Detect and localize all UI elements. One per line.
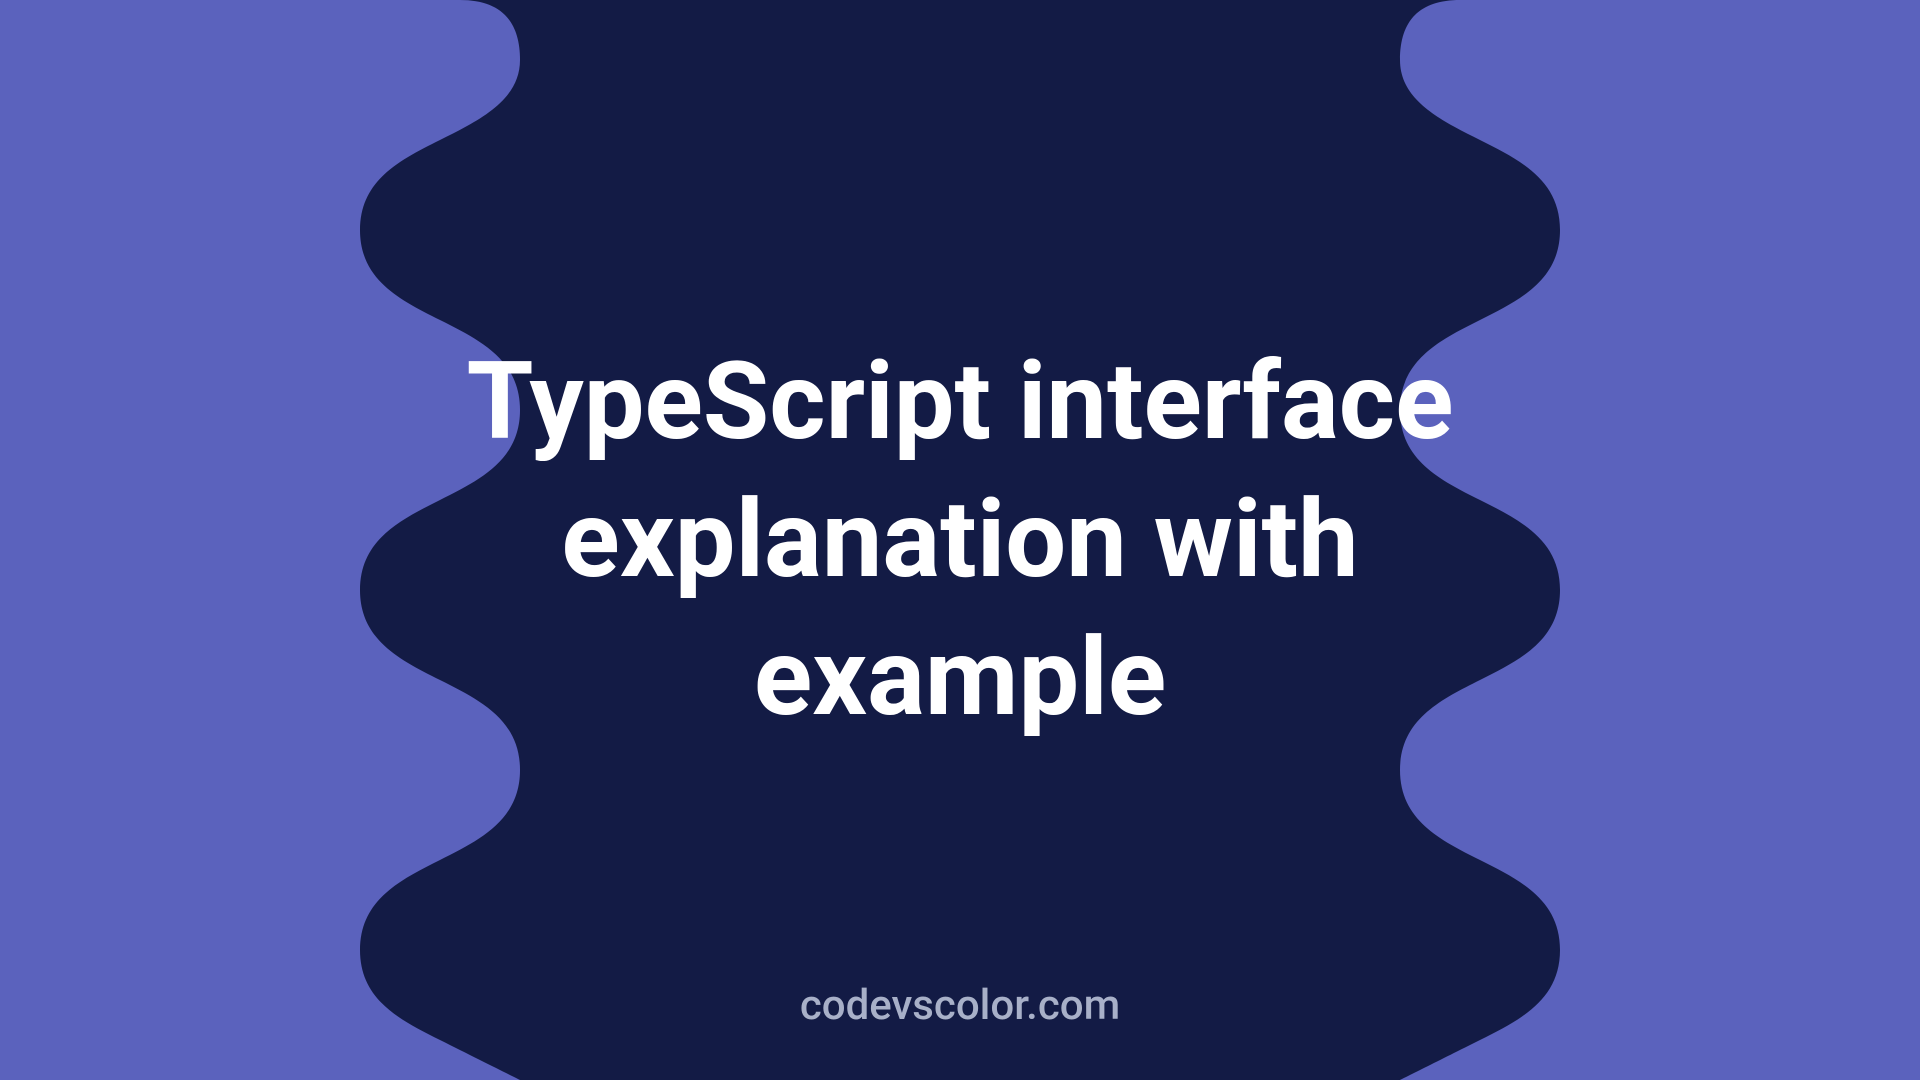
- content-area: TypeScript interface explanation with ex…: [0, 0, 1920, 1080]
- footer-text: codevscolor.com: [0, 981, 1920, 1030]
- page-title: TypeScript interface explanation with ex…: [410, 333, 1510, 748]
